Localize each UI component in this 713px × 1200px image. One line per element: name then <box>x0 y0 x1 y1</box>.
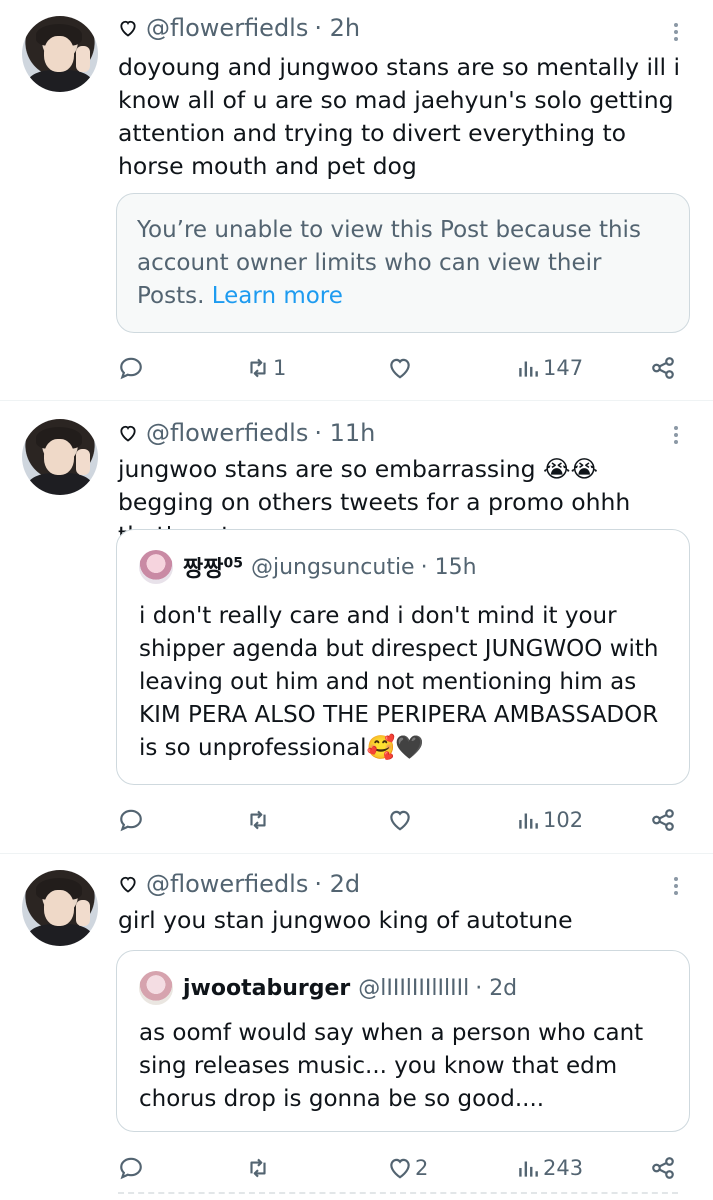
heart-outline-icon <box>120 20 136 37</box>
quoted-time: · 2d <box>475 975 518 1001</box>
repost-button[interactable]: 1 <box>245 350 286 386</box>
share-button[interactable] <box>650 802 676 838</box>
share-button[interactable] <box>650 350 676 386</box>
views-button[interactable]: 102 <box>515 802 583 838</box>
like-button[interactable]: 2 <box>387 1150 428 1186</box>
more-options-icon[interactable] <box>668 423 684 451</box>
share-icon <box>652 809 674 831</box>
handle[interactable]: @flowerfiedls <box>146 14 308 42</box>
heart-icon <box>390 358 410 379</box>
more-options-icon[interactable] <box>668 20 684 48</box>
avatar[interactable] <box>22 419 98 495</box>
timestamp[interactable]: · 2h <box>314 14 360 42</box>
repost-icon <box>250 810 266 830</box>
timestamp[interactable]: · 11h <box>314 419 375 447</box>
avatar[interactable] <box>22 870 98 946</box>
learn-more-link[interactable]: Learn more <box>212 283 343 309</box>
quoted-name: 짱짱05 <box>183 555 243 582</box>
reply-button[interactable] <box>118 350 146 386</box>
quoted-avatar <box>139 550 173 584</box>
tweet-text: doyoung and jungwoo stans are so mentall… <box>118 53 688 180</box>
like-button[interactable] <box>387 350 415 386</box>
reply-button[interactable] <box>118 802 146 838</box>
views-button[interactable]: 243 <box>515 1150 583 1186</box>
analytics-icon <box>519 361 538 377</box>
share-icon <box>652 1157 674 1179</box>
quoted-avatar <box>139 971 173 1005</box>
analytics-icon <box>519 813 538 829</box>
handle[interactable]: @flowerfiedls <box>146 419 308 447</box>
quoted-handle: @jungsuncutie <box>250 554 415 580</box>
reply-button[interactable] <box>118 1150 146 1186</box>
reply-icon <box>120 809 142 832</box>
analytics-icon <box>519 1161 538 1177</box>
reply-icon <box>120 357 142 380</box>
repost-button[interactable] <box>245 802 273 838</box>
heart-icon <box>390 1158 410 1179</box>
tweet-header: @flowerfiedls · 11h <box>118 419 375 447</box>
tweet-actions: 102 <box>0 802 713 838</box>
repost-icon <box>250 358 266 378</box>
reply-icon <box>120 1157 142 1180</box>
tweet-header: @flowerfiedls · 2d <box>118 870 360 898</box>
restricted-post-notice: You’re unable to view this Post because … <box>116 193 690 333</box>
avatar[interactable] <box>22 16 98 92</box>
tweet-3[interactable]: @flowerfiedls · 2d girl you stan jungwoo… <box>0 854 713 1200</box>
repost-button[interactable] <box>245 1150 273 1186</box>
like-button[interactable] <box>387 802 415 838</box>
tweet-1[interactable]: @flowerfiedls · 2h doyoung and jungwoo s… <box>0 0 713 400</box>
quoted-text: as oomf would say when a person who cant… <box>139 1020 651 1112</box>
tweet-header: @flowerfiedls · 2h <box>118 14 360 42</box>
quoted-handle: @lIIIlIIIlIlIIl <box>358 975 470 1001</box>
heart-outline-icon <box>120 876 136 893</box>
quoted-text: i don't really care and i don't mind it … <box>139 603 666 761</box>
quoted-post[interactable]: jwootaburger @lIIIlIIIlIlIIl · 2d as oom… <box>116 950 690 1132</box>
tweet-actions: 1 147 <box>0 350 713 386</box>
more-options-icon[interactable] <box>668 874 684 902</box>
quoted-post[interactable]: 짱짱05 @jungsuncutie · 15h i don't really … <box>116 529 690 785</box>
tweet-text: girl you stan jungwoo king of autotune <box>118 906 573 934</box>
tweet-actions: 2 243 <box>0 1150 713 1186</box>
timestamp[interactable]: · 2d <box>314 870 360 898</box>
views-button[interactable]: 147 <box>515 350 583 386</box>
next-tweet-edge <box>118 1192 678 1200</box>
tweet-2[interactable]: @flowerfiedls · 11h jungwoo stans are so… <box>0 401 713 853</box>
handle[interactable]: @flowerfiedls <box>146 870 308 898</box>
share-icon <box>652 357 674 379</box>
quoted-name: jwootaburger <box>183 975 351 1001</box>
heart-outline-icon <box>120 425 136 442</box>
repost-icon <box>250 1158 266 1178</box>
share-button[interactable] <box>650 1150 676 1186</box>
heart-icon <box>390 810 410 831</box>
quoted-time: · 15h <box>420 554 477 580</box>
